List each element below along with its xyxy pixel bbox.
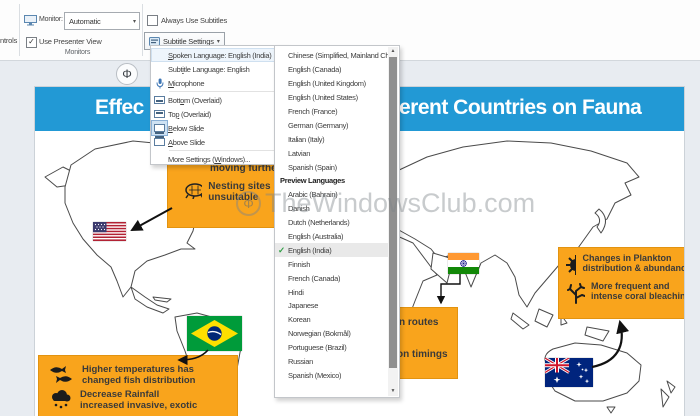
- use-presenter-view-label: Use Presenter View: [39, 37, 102, 46]
- fish-callout-item2-line1: Decrease Rainfall: [80, 389, 160, 400]
- menu-item-label: Microphone: [168, 78, 205, 88]
- check-icon: ✓: [278, 244, 285, 255]
- language-option[interactable]: Hindi: [275, 285, 388, 299]
- monitors-group-label: Monitors: [64, 49, 91, 56]
- monitor-label: Monitor:: [39, 16, 63, 23]
- fish-callout-item1-line1: Higher temperatures has: [82, 364, 194, 375]
- language-option[interactable]: English (Australia): [275, 230, 388, 244]
- position-bottom-overlaid-icon: [151, 96, 168, 104]
- menu-item-label: Bottom (Overlaid): [168, 95, 222, 105]
- plankton-callout: Changes in Plankton distribution & abund…: [558, 247, 684, 319]
- powerpoint-slideshow-window: ntrols Monitor: Automatic ▾ ✓ Use Presen…: [0, 0, 700, 416]
- language-option[interactable]: Dutch (Netherlands): [275, 216, 388, 230]
- australia-flag: [545, 358, 593, 387]
- menu-item-bottom-overlaid[interactable]: Bottom (Overlaid): [151, 93, 287, 107]
- plankton-callout-item2-line1: More frequent and: [590, 281, 670, 291]
- language-option[interactable]: Russian: [275, 355, 388, 369]
- language-option[interactable]: Spanish (Mexico): [275, 368, 388, 382]
- menu-item-label: Subtitle Language: English: [168, 64, 250, 74]
- language-option[interactable]: Korean: [275, 313, 388, 327]
- monitor-combobox[interactable]: Automatic ▾: [64, 12, 140, 30]
- menu-item-more-settings[interactable]: More Settings (Windows)...: [151, 152, 287, 166]
- windowsclub-logo-icon: Φ: [116, 63, 138, 85]
- scroll-down-icon[interactable]: ▼: [388, 387, 398, 396]
- always-use-subtitles-label: Always Use Subtitles: [161, 16, 228, 25]
- subtitle-settings-menu: Spoken Language: English (India) › Subti…: [150, 45, 288, 165]
- slide-title-fragment-right: erent Countries on Fauna: [399, 96, 642, 119]
- language-option[interactable]: Latvian: [275, 146, 388, 160]
- plankton-callout-item1-line1: Changes in Plankton: [582, 253, 672, 263]
- monitor-icon: [24, 15, 37, 26]
- fish-callout-item2-line2: increased invasive, exotic: [80, 400, 198, 411]
- language-option-label: English (India): [288, 245, 332, 255]
- group-divider: [142, 4, 143, 56]
- checkbox-unchecked-icon: [147, 15, 158, 26]
- coral-icon: [567, 283, 585, 304]
- checkbox-checked-icon: ✓: [26, 37, 37, 48]
- menu-separator: [169, 91, 285, 92]
- menu-item-label: More Settings (Windows)...: [168, 154, 251, 164]
- monitor-combobox-value: Automatic: [69, 16, 101, 26]
- microphone-icon: [151, 78, 168, 89]
- chevron-down-icon: ▾: [216, 38, 220, 45]
- menu-item-label: Top (Overlaid): [168, 109, 211, 119]
- brazil-flag: [187, 316, 242, 351]
- language-option[interactable]: Danish: [275, 202, 388, 216]
- menu-item-top-overlaid[interactable]: Top (Overlaid): [151, 107, 287, 121]
- language-option[interactable]: Spanish (Spain): [275, 160, 388, 174]
- scroll-up-icon[interactable]: ▲: [388, 47, 398, 56]
- menu-separator: [169, 150, 285, 151]
- fish-callout: Higher temperatures has changed fish dis…: [38, 355, 238, 416]
- usa-flag: [93, 222, 126, 241]
- slide-title-fragment-left: Effec: [95, 96, 144, 119]
- migration-callout-line1: n routes: [399, 317, 439, 328]
- menu-item-label: Below Slide: [168, 123, 204, 133]
- language-option[interactable]: French (Canada): [275, 271, 388, 285]
- clipped-group-label: ntrols: [0, 36, 18, 45]
- india-flag: [448, 253, 479, 274]
- scrollbar-thumb[interactable]: [389, 57, 397, 368]
- language-option[interactable]: French (France): [275, 105, 388, 119]
- menu-item-subtitle-language[interactable]: Subtitle Language: English ›: [151, 62, 287, 76]
- submenu-scrollbar[interactable]: ▲ ▼: [388, 47, 398, 396]
- chevron-down-icon: ▾: [132, 18, 136, 25]
- fish-callout-item1-line2: changed fish distribution: [82, 375, 196, 386]
- menu-item-below-slide[interactable]: Below Slide: [151, 121, 287, 135]
- menu-item-spoken-language[interactable]: Spoken Language: English (India) ›: [151, 48, 287, 62]
- language-option[interactable]: German (Germany): [275, 118, 388, 132]
- menu-item-microphone[interactable]: Microphone ›: [151, 76, 287, 90]
- menu-item-label: Spoken Language: English (India): [168, 50, 272, 60]
- language-option-selected[interactable]: ✓ English (India): [275, 243, 388, 258]
- position-above-slide-icon: [151, 136, 168, 146]
- plankton-callout-item2-line2: intense coral bleaching: [590, 291, 684, 301]
- plankton-icon: [566, 255, 577, 275]
- migration-callout: n routes on timings: [394, 307, 458, 379]
- language-option[interactable]: Arabic (Bahrain): [275, 188, 388, 202]
- spoken-language-submenu: Chinese (Simplified, Mainland China) Eng…: [274, 45, 400, 398]
- preview-languages-header: Preview Languages: [280, 176, 345, 186]
- position-below-slide-icon: [151, 121, 168, 135]
- language-option[interactable]: Japanese: [275, 299, 388, 313]
- rain-cloud-icon: [52, 390, 71, 409]
- turtle-icon: [185, 183, 203, 199]
- language-option[interactable]: English (United States): [275, 91, 388, 105]
- position-top-overlaid-icon: [151, 110, 168, 118]
- language-option[interactable]: Finnish: [275, 257, 388, 271]
- language-option[interactable]: Portuguese (Brazil): [275, 341, 388, 355]
- language-option[interactable]: English (United Kingdom): [275, 77, 388, 91]
- fish-icon: [50, 366, 72, 383]
- language-option[interactable]: Chinese (Simplified, Mainland China): [275, 49, 388, 63]
- plankton-callout-item1-line2: distribution & abundance: [582, 263, 684, 273]
- language-option[interactable]: Italian (Italy): [275, 132, 388, 146]
- language-option[interactable]: English (Canada): [275, 63, 388, 77]
- migration-callout-line2: on timings: [397, 349, 448, 360]
- language-option[interactable]: Norwegian (Bokmål): [275, 327, 388, 341]
- menu-item-label: Above Slide: [168, 137, 205, 147]
- menu-item-above-slide[interactable]: Above Slide: [151, 135, 287, 149]
